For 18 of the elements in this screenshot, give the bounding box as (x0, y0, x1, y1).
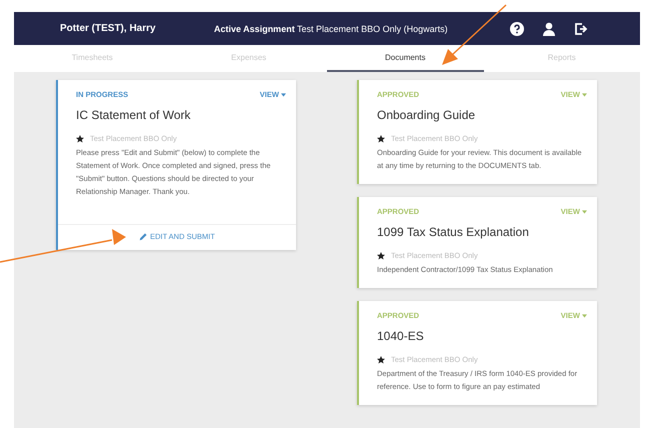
help-icon[interactable] (510, 22, 524, 36)
star-icon (377, 134, 385, 142)
user-name: Potter (TEST), Harry (60, 23, 157, 34)
user-icon[interactable] (542, 22, 556, 36)
document-title: Onboarding Guide (377, 108, 476, 122)
logout-icon[interactable] (574, 22, 588, 36)
document-title: 1040-ES (377, 329, 425, 343)
document-title: 1099 Tax Status Explanation (377, 225, 530, 239)
caret-icon (582, 314, 587, 318)
caret-icon (582, 93, 587, 97)
pencil-icon (139, 232, 148, 240)
active-assignment: Active Assignment Test Placement BBO Only (Hogwarts) (214, 24, 449, 34)
caret-icon (582, 210, 587, 214)
caret-icon (281, 93, 286, 97)
star-icon (76, 134, 84, 142)
star-icon (377, 356, 385, 364)
document-title: IC Statement of Work (76, 108, 192, 122)
star-icon (377, 252, 385, 260)
